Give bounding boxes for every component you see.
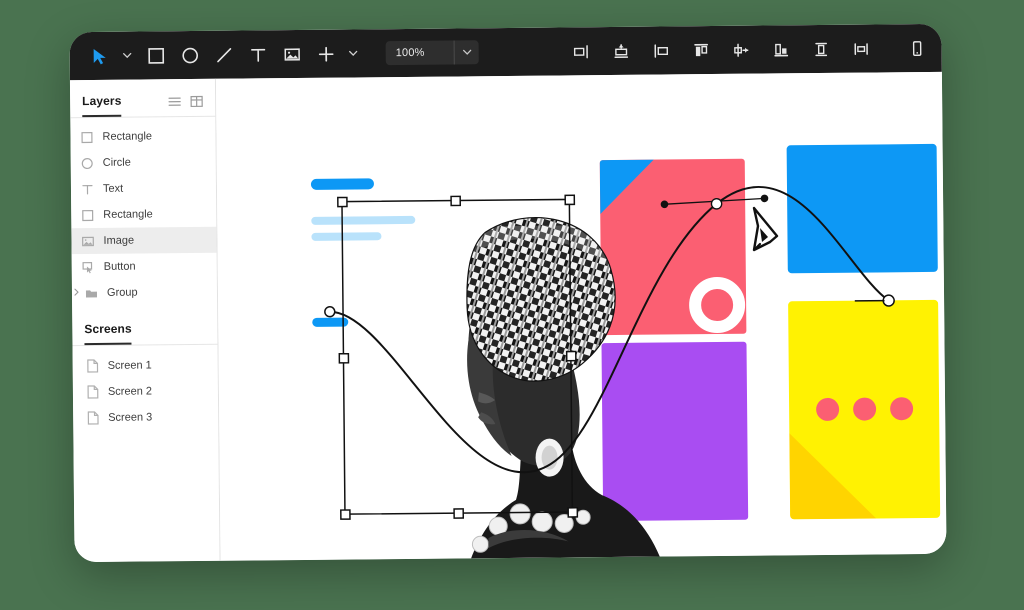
distribute-vertical-icon[interactable] [807,35,835,63]
canvas[interactable] [215,71,947,561]
align-center-horizontal-icon[interactable] [607,37,635,65]
chevron-right-icon[interactable] [74,288,83,298]
sidebar: Layers Rectangle Circle Text Rectangle I… [69,78,221,563]
chevron-down-icon[interactable] [120,42,134,70]
toolbar: 100% [69,23,942,81]
zoom-dropdown-chevron-down-icon[interactable] [455,40,479,64]
canvas-bar-primary-1[interactable] [310,178,374,190]
grid-icon[interactable] [190,95,203,108]
select-tool[interactable] [86,42,114,70]
screen-label: Screen 3 [108,411,153,424]
page-icon [87,359,99,373]
screen-label: Screen 2 [107,385,153,398]
layer-row-circle[interactable]: Circle [71,149,216,176]
screen-row-1[interactable]: Screen 1 [73,352,218,379]
line-tool[interactable] [210,41,238,69]
circle-icon [81,156,94,169]
dot [852,397,876,421]
screen-label: Screen 1 [107,359,152,372]
list-icon[interactable] [168,95,181,108]
layer-row-rectangle-2[interactable]: Rectangle [71,201,216,228]
layer-label: Group [106,286,138,299]
page-icon [87,411,99,425]
folder-icon [85,286,98,299]
layer-label: Button [103,260,136,273]
align-left-icon[interactable] [567,37,595,65]
align-top-icon[interactable] [687,36,715,64]
button-click-icon [82,260,95,273]
canvas-bar-primary-2[interactable] [312,317,349,327]
screens-list: Screen 1 Screen 2 Screen 3 [72,345,218,431]
dot [815,397,839,422]
layer-label: Circle [102,156,131,169]
layer-row-image[interactable]: Image [71,226,217,255]
yellow-card[interactable] [788,299,941,520]
add-tool[interactable] [312,40,340,68]
align-right-icon[interactable] [647,36,675,64]
square-icon [81,208,94,221]
page-icon [87,385,99,399]
screens-panel-header: Screens [72,305,217,346]
distribute-horizontal-icon[interactable] [847,34,875,62]
zoom-control[interactable]: 100% [385,40,479,66]
layer-row-rectangle-1[interactable]: Rectangle [70,123,215,150]
yellow-card-gold-corner [789,432,877,520]
align-toolbar-group [567,34,887,65]
image-tool[interactable] [278,40,306,68]
square-icon [80,130,93,143]
layers-view-toggles [168,95,203,114]
layer-label: Text [102,182,124,195]
text-tool[interactable] [244,40,272,68]
portrait-image[interactable] [367,194,701,561]
app-window: 100% Layers Rectangle Circle Text Rectan… [69,23,947,563]
screens-panel-title: Screens [84,321,132,346]
screen-row-3[interactable]: Screen 3 [73,404,218,431]
layer-label: Image [103,234,135,247]
screen-row-2[interactable]: Screen 2 [73,378,218,405]
image-icon [81,234,94,247]
layers-panel-header: Layers [70,79,215,118]
chevron-down-icon-add[interactable] [346,39,360,67]
mobile-device-icon[interactable] [903,34,931,62]
layers-panel-title: Layers [82,93,122,118]
control-point-right [760,194,769,203]
layers-list: Rectangle Circle Text Rectangle Image Bu… [70,117,217,306]
layer-row-button[interactable]: Button [72,253,217,280]
text-t-icon [81,182,94,195]
layer-label: Rectangle [102,130,153,143]
rectangle-tool[interactable] [142,41,170,69]
blue-card[interactable] [786,143,938,274]
layer-row-text[interactable]: Text [71,175,216,202]
ellipse-tool[interactable] [176,41,204,69]
dot [889,397,913,421]
align-bottom-icon[interactable] [767,35,795,63]
layer-label: Rectangle [103,208,153,221]
path-start-anchor [324,306,336,318]
zoom-value[interactable]: 100% [386,41,454,66]
screenshot-stage: 100% Layers Rectangle Circle Text Rectan… [0,0,1024,610]
layer-row-group[interactable]: Group [72,279,217,306]
align-middle-vertical-icon[interactable] [727,36,755,64]
toolbar-right-group [887,33,947,62]
yellow-card-dots [789,397,939,422]
